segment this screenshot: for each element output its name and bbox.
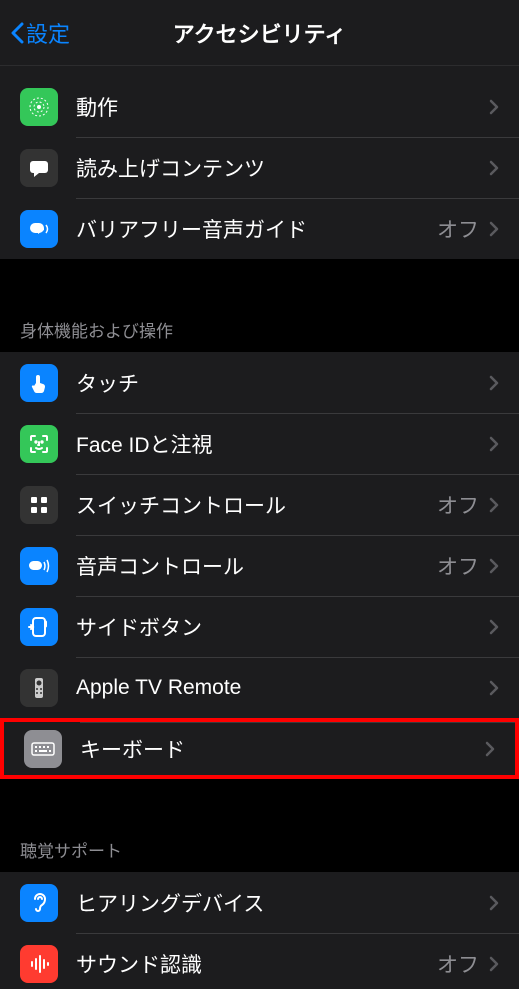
row-apple-tv-remote-label: Apple TV Remote — [76, 676, 489, 700]
row-voice-control[interactable]: 音声コントロール オフ — [0, 535, 519, 596]
row-keyboard[interactable]: キーボード — [0, 718, 519, 779]
group-physical: タッチ Face IDと注視 スイッチコントロール オフ 音声コントロール オフ — [0, 352, 519, 779]
chevron-right-icon — [489, 558, 499, 574]
content-scroll[interactable]: 動作 読み上げコンテンツ バリアフリー音声ガイド オフ 身体機能および操作 タッ… — [0, 66, 519, 989]
row-audio-descriptions-value: オフ — [437, 214, 479, 244]
page-title: アクセシビリティ — [0, 17, 519, 49]
chevron-right-icon — [489, 160, 499, 176]
chevron-right-icon — [485, 741, 495, 757]
chevron-right-icon — [489, 99, 499, 115]
row-switch-control-value: オフ — [437, 490, 479, 520]
row-sound-recognition-value: オフ — [437, 949, 479, 979]
row-motion[interactable]: 動作 — [0, 76, 519, 137]
row-switch-control-label: スイッチコントロール — [76, 490, 437, 520]
row-touch[interactable]: タッチ — [0, 352, 519, 413]
row-hearing-devices-label: ヒアリングデバイス — [76, 888, 489, 918]
back-label: 設定 — [26, 17, 70, 49]
speech-bubble-icon — [20, 149, 58, 187]
chevron-right-icon — [489, 956, 499, 972]
group-gap — [0, 259, 519, 299]
section-header-hearing: 聴覚サポート — [0, 819, 519, 872]
switch-icon — [20, 486, 58, 524]
row-audio-descriptions-label: バリアフリー音声ガイド — [76, 214, 437, 244]
row-touch-label: タッチ — [76, 368, 489, 398]
remote-icon — [20, 669, 58, 707]
row-spoken-content[interactable]: 読み上げコンテンツ — [0, 137, 519, 198]
chevron-right-icon — [489, 375, 499, 391]
truncated-previous-group — [0, 66, 519, 76]
row-sound-recognition-label: サウンド認識 — [76, 949, 437, 979]
section-header-physical: 身体機能および操作 — [0, 299, 519, 352]
row-apple-tv-remote[interactable]: Apple TV Remote — [0, 657, 519, 718]
row-hearing-devices[interactable]: ヒアリングデバイス — [0, 872, 519, 933]
row-switch-control[interactable]: スイッチコントロール オフ — [0, 474, 519, 535]
chevron-right-icon — [489, 680, 499, 696]
row-voice-control-value: オフ — [437, 551, 479, 581]
row-side-button[interactable]: サイドボタン — [0, 596, 519, 657]
back-button[interactable]: 設定 — [10, 17, 70, 49]
row-motion-label: 動作 — [76, 92, 489, 122]
chevron-right-icon — [489, 895, 499, 911]
row-side-button-label: サイドボタン — [76, 612, 489, 642]
row-spoken-content-label: 読み上げコンテンツ — [76, 153, 489, 183]
row-sound-recognition[interactable]: サウンド認識 オフ — [0, 933, 519, 989]
row-keyboard-label: キーボード — [80, 734, 485, 764]
sound-rec-icon — [20, 945, 58, 983]
chevron-right-icon — [489, 497, 499, 513]
ear-icon — [20, 884, 58, 922]
group-gap — [0, 779, 519, 819]
row-voice-control-label: 音声コントロール — [76, 551, 437, 581]
keyboard-icon — [24, 730, 62, 768]
header-bar: 設定 アクセシビリティ — [0, 0, 519, 66]
chevron-right-icon — [489, 221, 499, 237]
row-faceid-attention[interactable]: Face IDと注視 — [0, 413, 519, 474]
motion-icon — [20, 88, 58, 126]
chevron-left-icon — [10, 22, 24, 44]
chevron-right-icon — [489, 436, 499, 452]
chevron-right-icon — [489, 619, 499, 635]
row-audio-descriptions[interactable]: バリアフリー音声ガイド オフ — [0, 198, 519, 259]
audio-desc-icon — [20, 210, 58, 248]
voice-control-icon — [20, 547, 58, 585]
touch-icon — [20, 364, 58, 402]
group-hearing: ヒアリングデバイス サウンド認識 オフ — [0, 872, 519, 989]
faceid-icon — [20, 425, 58, 463]
group-vision: 動作 読み上げコンテンツ バリアフリー音声ガイド オフ — [0, 76, 519, 259]
side-button-icon — [20, 608, 58, 646]
row-faceid-label: Face IDと注視 — [76, 429, 489, 459]
